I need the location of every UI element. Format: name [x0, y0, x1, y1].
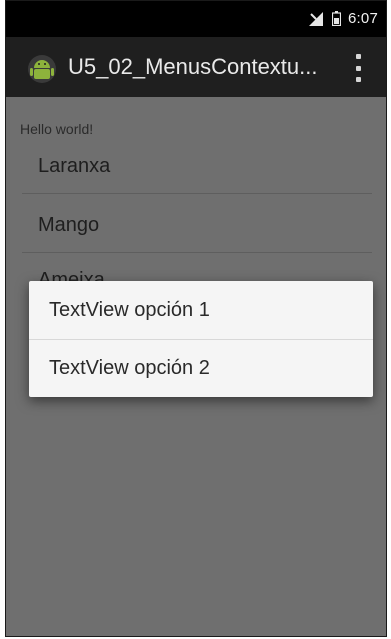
- overflow-menu-icon[interactable]: [350, 54, 366, 82]
- overflow-dot: [355, 65, 361, 71]
- action-bar: U5_02_MenusContextu...: [6, 37, 386, 97]
- hello-text: Hello world!: [20, 121, 94, 137]
- list-item-label: Laranxa: [38, 155, 111, 177]
- status-bar: 6:07: [6, 1, 386, 37]
- overflow-dot: [355, 77, 361, 82]
- context-menu: TextView opción 1 TextView opción 2: [29, 281, 373, 397]
- list-divider: [22, 193, 372, 194]
- clock: 6:07: [348, 10, 378, 27]
- android-icon[interactable]: [25, 52, 59, 84]
- list-item-label: Mango: [38, 214, 100, 236]
- phone-screen: 6:07 U5_02_MenusContextu... Hello world!…: [5, 0, 387, 637]
- context-menu-option-2[interactable]: TextView opción 2: [29, 339, 373, 397]
- app-title: U5_02_MenusContextu...: [68, 54, 318, 79]
- list-divider: [22, 252, 372, 253]
- battery-icon: [331, 11, 342, 27]
- context-menu-option-1[interactable]: TextView opción 1: [29, 281, 373, 339]
- signal-icon: [309, 11, 325, 26]
- content-area: Hello world! Laranxa Mango Ameixa TextVi…: [6, 97, 386, 636]
- overflow-dot: [355, 54, 361, 59]
- status-icons: 6:07: [309, 10, 378, 27]
